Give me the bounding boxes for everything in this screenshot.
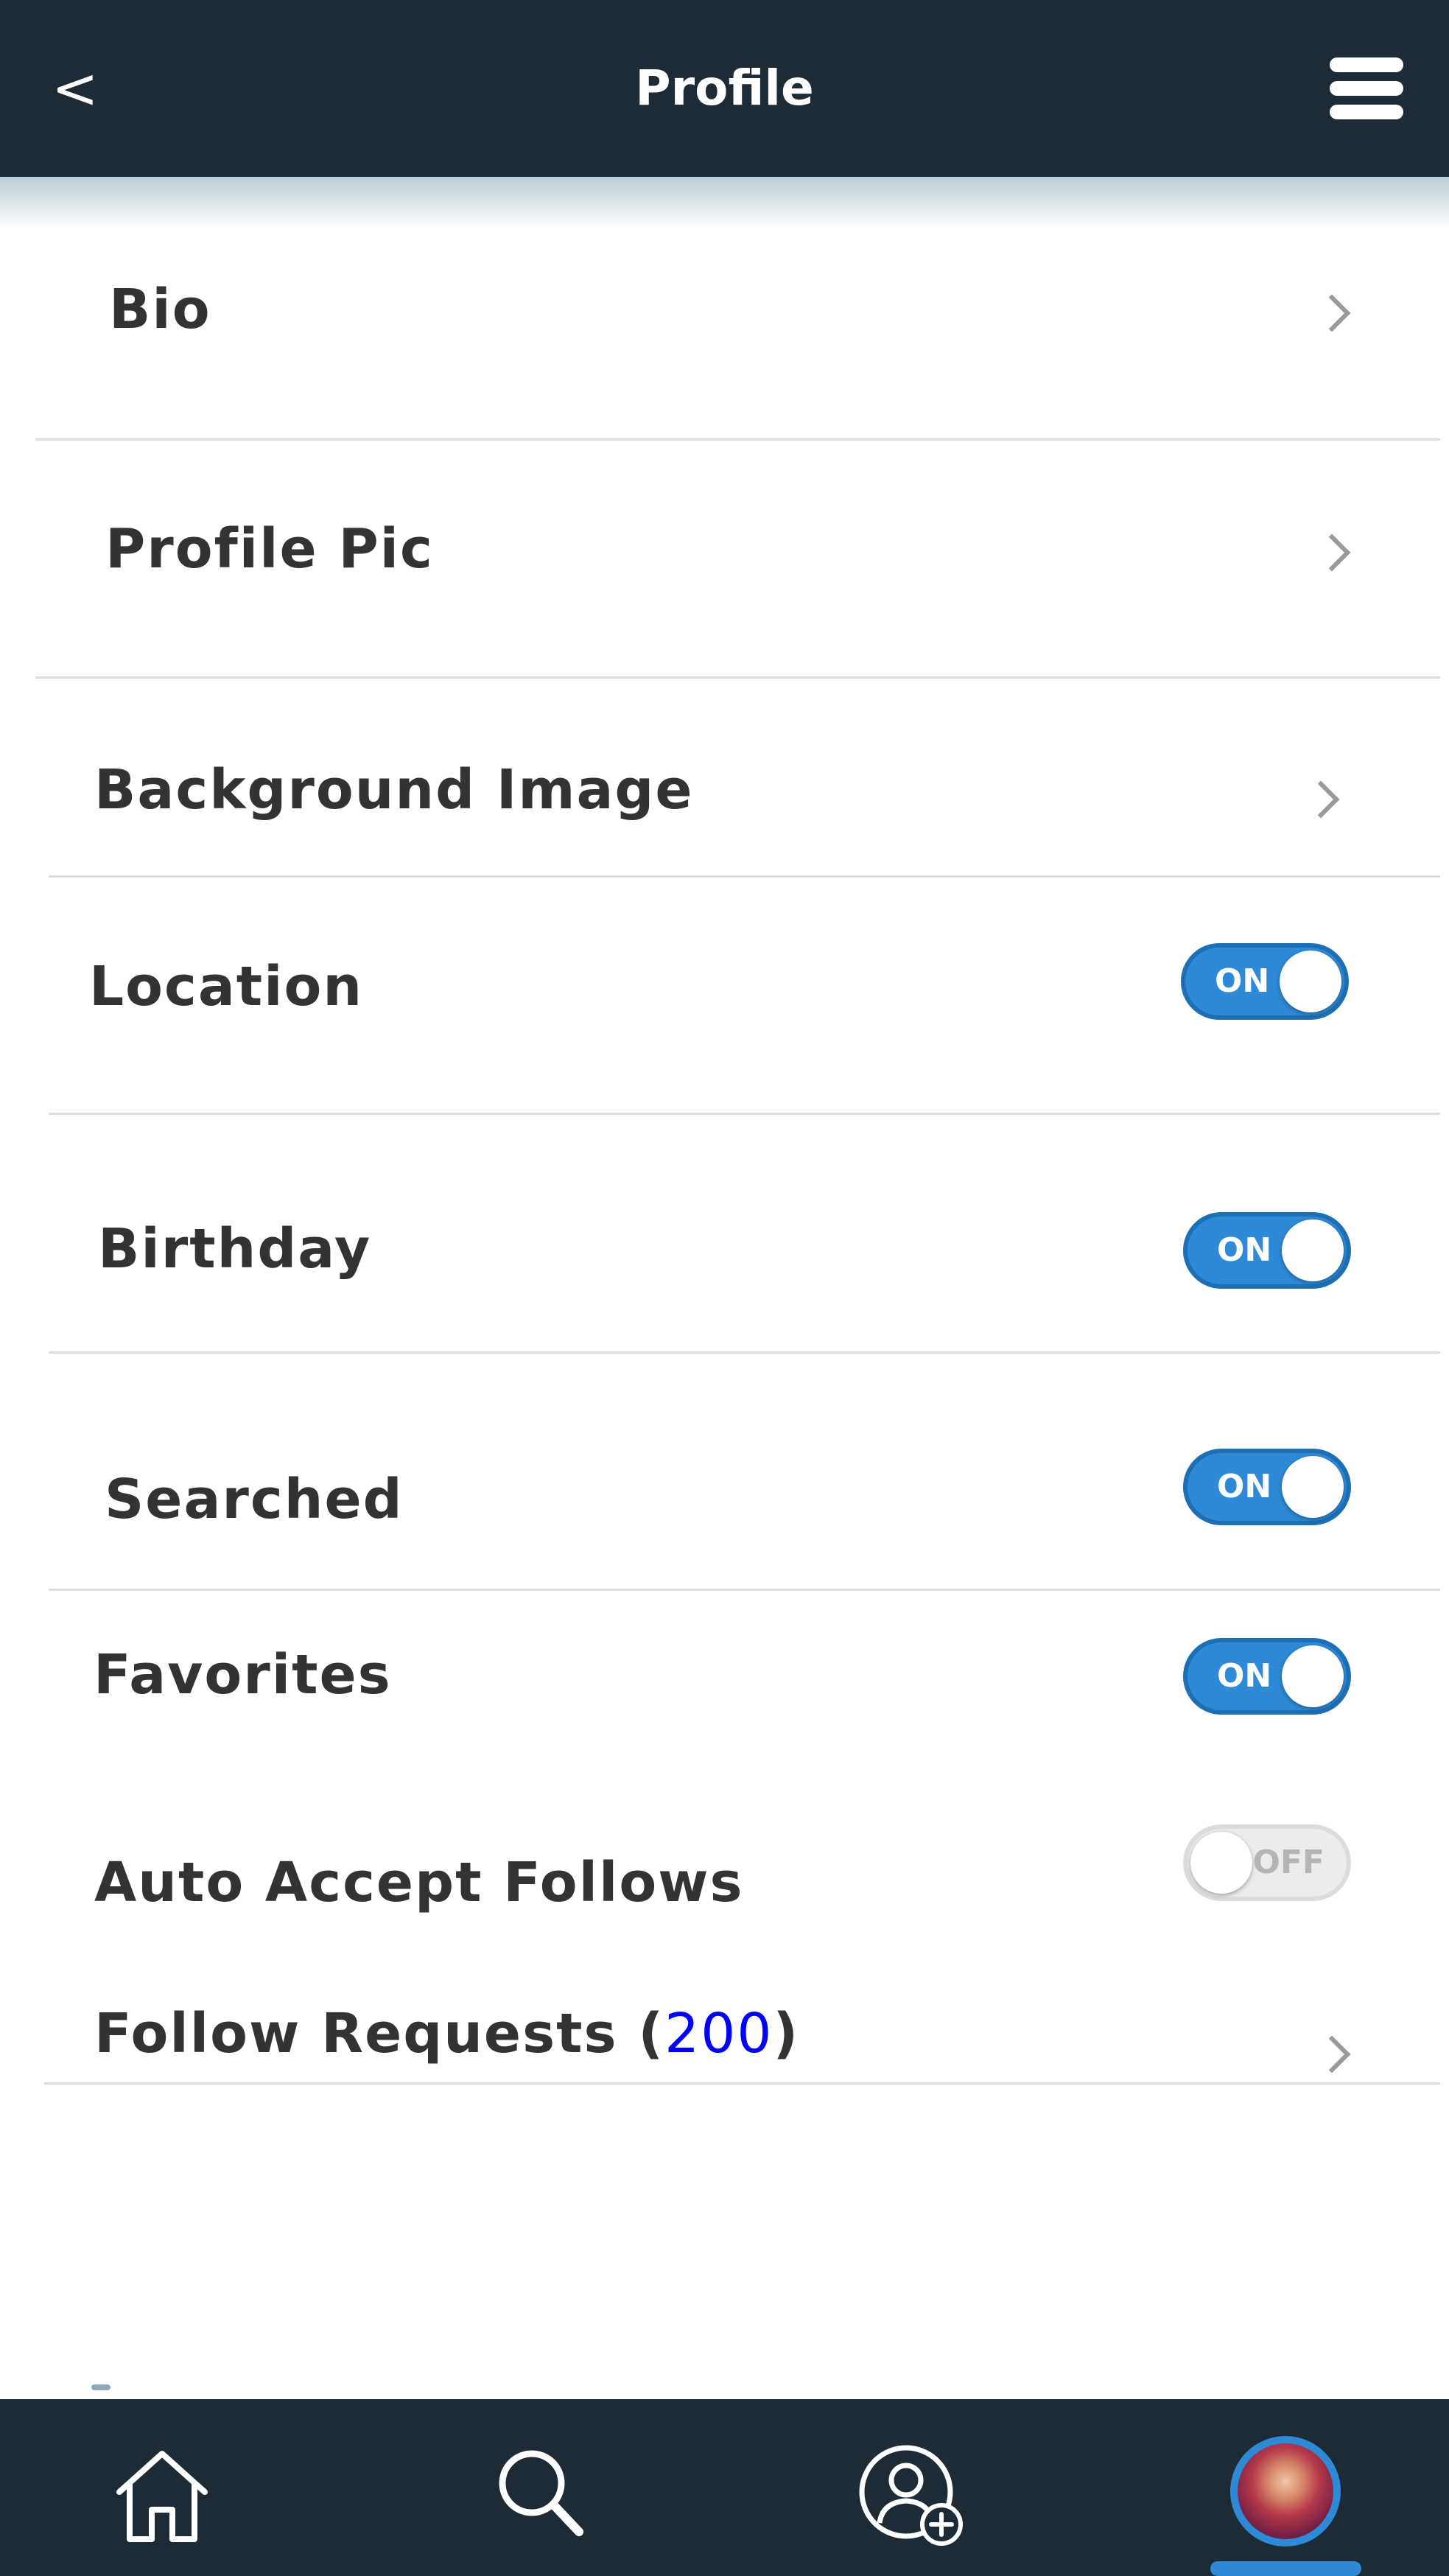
birthday-toggle[interactable]: ON (1183, 1212, 1351, 1289)
searched-toggle-state: ON (1217, 1468, 1272, 1505)
menu-icon[interactable] (1330, 57, 1403, 119)
toggle-knob (1282, 1219, 1344, 1281)
nav-home-button[interactable] (110, 2432, 214, 2549)
profile-pic-label: Profile Pic (105, 517, 434, 581)
divider (49, 875, 1440, 878)
background-image-label: Background Image (94, 758, 694, 822)
nav-search-button[interactable] (488, 2432, 591, 2549)
location-toggle-state: ON (1215, 962, 1270, 1000)
searched-label: Searched (105, 1468, 404, 1531)
auto-accept-follows-toggle-state: OFF (1252, 1844, 1325, 1881)
toggle-knob (1282, 1456, 1344, 1518)
auto-accept-follows-label: Auto Accept Follows (94, 1851, 744, 1914)
follow-requests-label: Follow Requests (200) (94, 2001, 799, 2067)
home-icon (116, 2451, 208, 2542)
favorites-row: Favorites ON (0, 1592, 1449, 1813)
favorites-label: Favorites (94, 1643, 392, 1707)
auto-accept-follows-toggle[interactable]: OFF (1183, 1824, 1351, 1901)
divider (35, 438, 1440, 441)
chevron-right-icon (1302, 780, 1340, 819)
searched-toggle[interactable]: ON (1183, 1449, 1351, 1525)
follow-requests-row[interactable]: Follow Requests (200) (0, 1960, 1449, 2085)
location-label: Location (89, 955, 364, 1018)
location-toggle[interactable]: ON (1181, 943, 1349, 1020)
bio-label: Bio (109, 278, 211, 341)
search-icon (499, 2450, 583, 2536)
toggle-knob (1282, 1645, 1344, 1707)
nav-add-friend-button[interactable] (856, 2432, 963, 2549)
divider (44, 2082, 1440, 2085)
bio-row[interactable]: Bio (0, 236, 1449, 442)
chevron-right-icon (1313, 2035, 1351, 2073)
follow-requests-close-paren: ) (773, 2002, 800, 2065)
divider (49, 1351, 1440, 1354)
location-row: Location ON (0, 878, 1449, 1113)
active-tab-indicator (1210, 2561, 1361, 2576)
chevron-right-icon (1313, 294, 1351, 332)
auto-accept-follows-row: Auto Accept Follows OFF (0, 1813, 1449, 1960)
favorites-toggle-state: ON (1217, 1657, 1272, 1695)
nav-profile-button[interactable] (1230, 2436, 1341, 2547)
page-title: Profile (635, 60, 814, 116)
scroll-indicator (91, 2384, 110, 2390)
follow-requests-text: Follow Requests ( (94, 2002, 665, 2065)
background-image-row[interactable]: Background Image (0, 679, 1449, 877)
favorites-toggle[interactable]: ON (1183, 1638, 1351, 1715)
add-friend-icon (859, 2445, 963, 2546)
birthday-row: Birthday ON (0, 1116, 1449, 1351)
chevron-right-icon (1313, 533, 1351, 572)
toggle-knob (1280, 951, 1341, 1012)
avatar (1238, 2443, 1333, 2539)
follow-requests-count: 200 (664, 2002, 773, 2065)
divider (35, 676, 1440, 679)
birthday-toggle-state: ON (1217, 1231, 1272, 1269)
divider (49, 1589, 1440, 1591)
toggle-knob (1190, 1832, 1252, 1894)
divider (49, 1113, 1440, 1115)
profile-pic-row[interactable]: Profile Pic (0, 442, 1449, 676)
birthday-label: Birthday (98, 1217, 372, 1281)
searched-row: Searched ON (0, 1354, 1449, 1589)
top-bar-shadow (0, 177, 1449, 228)
